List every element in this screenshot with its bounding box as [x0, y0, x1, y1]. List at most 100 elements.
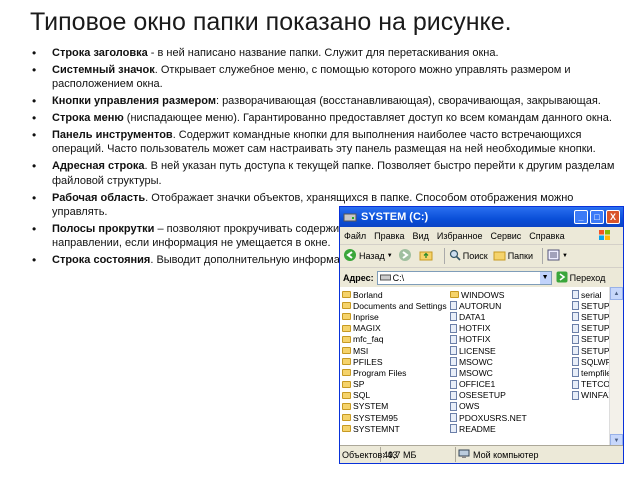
file-icon — [450, 401, 457, 411]
slide-title: Типовое окно папки показано на рисунке. — [30, 8, 512, 36]
folder-item[interactable]: SYSTEM — [342, 401, 447, 412]
work-area[interactable]: Borland Documents and Settings Inprise MAGI… — [340, 287, 622, 447]
item-name: PFILES — [353, 356, 383, 367]
item-name: SYSTEM — [353, 401, 389, 412]
folder-item[interactable]: SP — [342, 379, 447, 390]
menu-tools[interactable]: Сервис — [490, 231, 521, 241]
item-name: SETUP — [581, 300, 610, 311]
folder-item[interactable]: WINDOWS — [450, 289, 527, 300]
file-icon — [450, 368, 457, 378]
file-item[interactable]: OSESETUP — [450, 390, 527, 401]
back-button[interactable]: Назад ▼ — [343, 248, 393, 264]
bullet-item: Панель инструментов. Содержит командные … — [30, 128, 630, 157]
item-name: HOTFIX — [459, 334, 491, 345]
file-item[interactable]: LICENSE — [450, 345, 527, 356]
folder-icon — [342, 335, 351, 343]
scroll-up-icon[interactable]: ▲ — [610, 287, 623, 300]
file-icon — [572, 390, 579, 400]
views-button[interactable]: ▼ — [547, 249, 568, 263]
menu-file[interactable]: Файл — [344, 231, 366, 241]
file-icon — [572, 346, 579, 356]
go-button[interactable]: Переход — [556, 271, 606, 285]
item-name: WINDOWS — [461, 289, 505, 300]
file-item[interactable]: MSOWC — [450, 356, 527, 367]
up-button[interactable] — [419, 249, 435, 263]
chevron-down-icon[interactable]: ▼ — [539, 272, 551, 284]
folder-icon — [342, 347, 351, 355]
folder-icon — [342, 425, 351, 433]
close-button[interactable]: X — [606, 210, 620, 224]
file-icon — [450, 334, 457, 344]
forward-button[interactable] — [398, 248, 414, 264]
status-location-label: Мой компьютер — [473, 449, 539, 460]
status-object-count: Объектов: 43 — [340, 447, 397, 462]
bullet-item: Строка заголовка - в ней написано назван… — [30, 46, 630, 61]
bullet-term: Рабочая область — [52, 191, 146, 204]
folders-label: Папки — [507, 251, 534, 261]
item-name: OFFICE1 — [459, 379, 496, 390]
file-item[interactable]: OFFICE1 — [450, 379, 527, 390]
item-name: SQL — [353, 390, 371, 401]
menu-favorites[interactable]: Избранное — [437, 231, 483, 241]
back-label: Назад — [359, 251, 385, 261]
folder-item[interactable]: SQL — [342, 390, 447, 401]
menu-help[interactable]: Справка — [529, 231, 564, 241]
file-item[interactable]: AUTORUN — [450, 300, 527, 311]
file-item[interactable]: DATA1 — [450, 311, 527, 322]
go-label: Переход — [569, 273, 606, 283]
item-name: serial — [581, 289, 602, 300]
file-icon — [450, 424, 457, 434]
folder-item[interactable]: Borland — [342, 289, 447, 300]
forward-arrow-icon — [398, 248, 412, 264]
file-item[interactable]: PDOXUSRS.NET — [450, 412, 527, 423]
item-name: MSOWC — [459, 356, 493, 367]
folders-button[interactable]: Папки — [493, 250, 533, 263]
file-icon — [572, 312, 579, 322]
folder-icon — [342, 369, 351, 377]
address-input[interactable]: C:\ ▼ — [376, 271, 552, 285]
file-column: Borland Documents and Settings Inprise MAGI… — [342, 289, 447, 434]
folder-icon — [342, 324, 351, 332]
menu-view[interactable]: Вид — [413, 231, 429, 241]
minimize-button[interactable]: _ — [574, 210, 588, 224]
folder-icon — [342, 302, 351, 310]
file-icon — [572, 290, 579, 300]
item-name: PDOXUSRS.NET — [459, 412, 527, 423]
file-item[interactable]: HOTFIX — [450, 323, 527, 334]
vertical-scrollbar[interactable]: ▲ ▼ — [609, 287, 623, 447]
folder-item[interactable]: PFILES — [342, 356, 447, 367]
folder-item[interactable]: Program Files — [342, 367, 447, 378]
search-button[interactable]: Поиск — [449, 249, 488, 263]
folder-item[interactable]: mfc_faq — [342, 334, 447, 345]
folder-icon — [342, 291, 351, 299]
drive-icon[interactable] — [343, 211, 357, 223]
item-name: OSESETUP — [459, 390, 506, 401]
folder-item[interactable]: Documents and Settings — [342, 300, 447, 311]
window-title: SYSTEM (C:) — [361, 211, 429, 223]
file-item[interactable]: HOTFIX — [450, 334, 527, 345]
folder-item[interactable]: SYSTEM95 — [342, 412, 447, 423]
folder-item[interactable]: MSI — [342, 345, 447, 356]
file-icon — [450, 379, 457, 389]
address-label: Адрес: — [343, 273, 374, 283]
menu-bar: Файл Правка Вид Избранное Сервис Справка — [340, 227, 623, 245]
file-icon — [572, 368, 579, 378]
file-item[interactable]: OWS — [450, 401, 527, 412]
bullet-item: Системный значок. Открывает служебное ме… — [30, 63, 630, 92]
item-name: SETUP — [581, 311, 610, 322]
file-icon — [572, 334, 579, 344]
item-name: HOTFIX — [459, 323, 491, 334]
folder-item[interactable]: SYSTEMNT — [342, 423, 447, 434]
maximize-button[interactable]: □ — [590, 210, 604, 224]
menu-edit[interactable]: Правка — [374, 231, 404, 241]
item-name: SYSTEMNT — [353, 423, 400, 434]
bullet-item: Строка меню (ниспадающее меню). Гарантир… — [30, 111, 630, 126]
folder-item[interactable]: Inprise — [342, 311, 447, 322]
bullet-term: Строка меню — [52, 112, 124, 125]
title-bar[interactable]: SYSTEM (C:) _ □ X — [340, 207, 623, 227]
file-item[interactable]: MSOWC — [450, 367, 527, 378]
folder-item[interactable]: MAGIX — [342, 323, 447, 334]
file-item[interactable]: README — [450, 423, 527, 434]
bullet-term: Строка состояния — [52, 254, 151, 267]
item-name: MSI — [353, 345, 369, 356]
